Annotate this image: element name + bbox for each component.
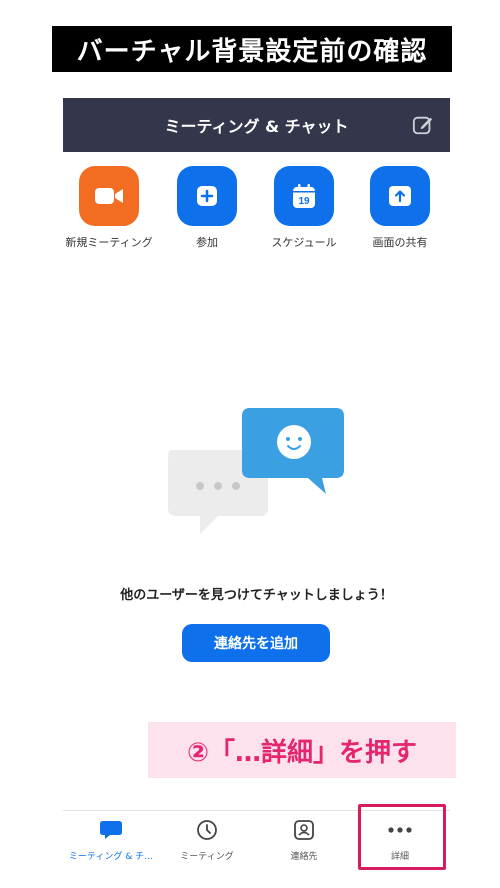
step-callout: ②「…詳細」を押す xyxy=(148,722,456,778)
calendar-day: 19 xyxy=(298,196,310,207)
tab-meeting-chat-label: ミーティング & チ… xyxy=(68,852,154,862)
banner-title: バーチャル背景設定前の確認 xyxy=(76,36,428,67)
tab-contacts-label: 連絡先 xyxy=(290,852,318,862)
calendar-icon: 19 xyxy=(274,166,334,226)
chat-bubble-icon xyxy=(63,817,159,843)
share-screen-icon xyxy=(370,166,430,226)
clock-icon xyxy=(159,817,255,843)
schedule-button[interactable]: 19 スケジュール xyxy=(256,166,352,250)
tab-meetings[interactable]: ミーティング xyxy=(159,817,255,862)
tab-more-highlight xyxy=(358,804,446,870)
app-header: ミーティング & チャット xyxy=(63,98,450,152)
new-meeting-label: 新規ミーティング xyxy=(65,236,153,249)
share-screen-label: 画面の共有 xyxy=(372,236,428,249)
schedule-label: スケジュール xyxy=(271,236,337,249)
instruction-banner: バーチャル背景設定前の確認 xyxy=(52,26,452,72)
tab-meetings-label: ミーティング xyxy=(180,852,234,862)
share-screen-button[interactable]: 画面の共有 xyxy=(352,166,448,250)
plus-icon xyxy=(177,166,237,226)
contact-icon xyxy=(256,817,352,843)
tab-contacts[interactable]: 連絡先 xyxy=(256,817,352,862)
add-contact-button[interactable]: 連絡先を追加 xyxy=(182,624,330,662)
empty-state-message: 他のユーザーを見つけてチャットしましょう！ xyxy=(120,588,393,603)
tab-meeting-chat[interactable]: ミーティング & チ… xyxy=(63,817,159,862)
join-label: 参加 xyxy=(196,236,218,249)
quick-actions: 新規ミーティング 参加 19 スケジュール 画面の共有 xyxy=(63,166,450,256)
chat-bubbles-illustration xyxy=(168,408,344,534)
compose-icon[interactable] xyxy=(412,114,434,136)
new-meeting-button[interactable]: 新規ミーティング xyxy=(61,166,157,250)
video-camera-icon xyxy=(79,166,139,226)
join-button[interactable]: 参加 xyxy=(159,166,255,250)
page-title: ミーティング & チャット xyxy=(164,117,349,136)
